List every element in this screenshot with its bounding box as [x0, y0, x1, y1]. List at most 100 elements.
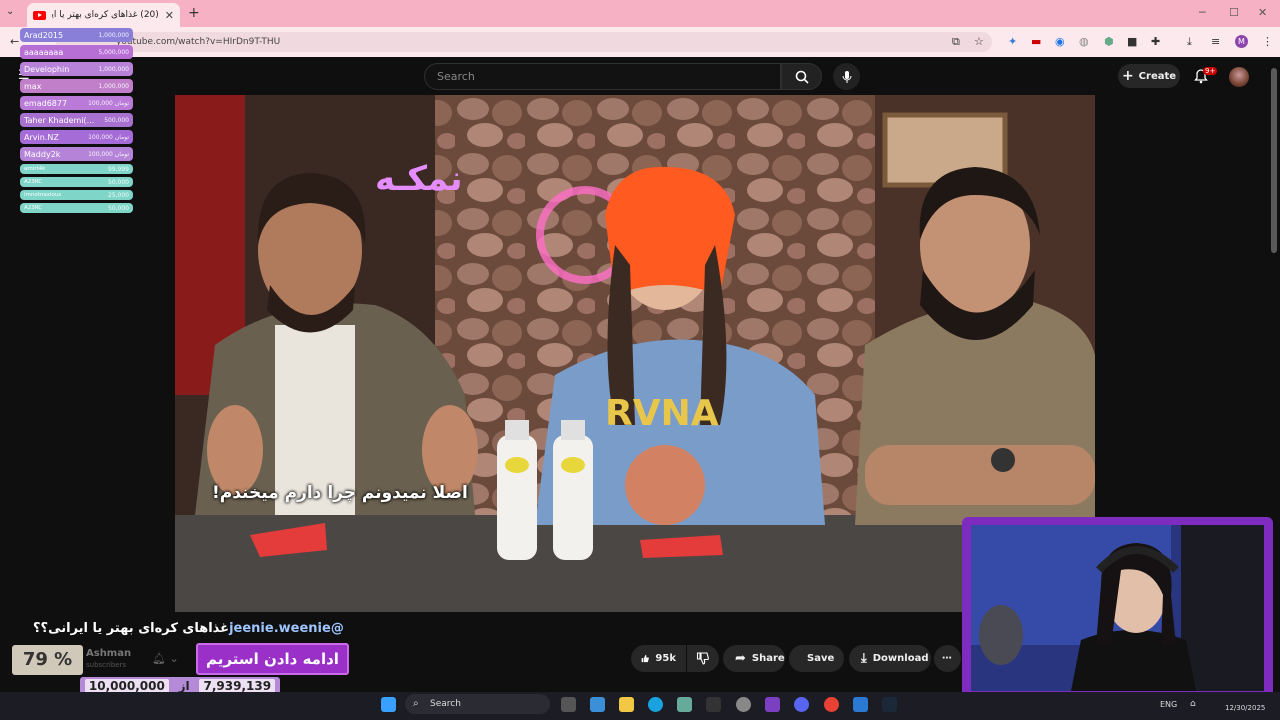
- svg-text:RVNA: RVNA: [605, 393, 719, 434]
- download-button[interactable]: ⤓ Download: [849, 645, 931, 672]
- taskbar-search[interactable]: Search: [405, 694, 550, 714]
- widgets-icon[interactable]: [590, 697, 605, 712]
- share-button[interactable]: ➦ Share: [723, 645, 785, 672]
- donation-amount: 500,000: [104, 116, 129, 124]
- donation-item: imnotnaxious 25,000: [20, 190, 133, 200]
- taskbar-date[interactable]: 12/30/2025: [1225, 704, 1265, 712]
- donation-item: Develophin 1,000,000: [20, 62, 133, 76]
- steam-icon[interactable]: [882, 697, 897, 712]
- save-label: Save: [807, 653, 835, 664]
- donation-amount: 25,000: [108, 191, 129, 199]
- notification-badge: 9+: [1203, 67, 1218, 75]
- svg-text:نمکـه: نمکـه: [375, 159, 463, 199]
- app-icon[interactable]: [706, 697, 721, 712]
- account-avatar[interactable]: [1229, 67, 1249, 87]
- tab-search-icon[interactable]: ⌄: [6, 6, 14, 17]
- app-r-icon[interactable]: [765, 697, 780, 712]
- download-icon[interactable]: ⤓: [1187, 35, 1192, 49]
- like-count: 95k: [655, 653, 676, 664]
- install-icon[interactable]: ⧉: [952, 35, 960, 49]
- donation-item: emad6877 تومان 100,000: [20, 96, 133, 110]
- network-icon[interactable]: ⌂: [1190, 699, 1196, 709]
- profile-avatar[interactable]: M: [1235, 35, 1248, 48]
- app-icon[interactable]: [853, 697, 868, 712]
- donor-name: Arad2015: [24, 30, 64, 40]
- donation-amount: 1,000,000: [98, 31, 129, 39]
- url-text[interactable]: youtube.com/watch?v=HIrDn9T-THU: [116, 37, 280, 47]
- video-frame: نمکـه RVNA: [175, 95, 1095, 612]
- like-button[interactable]: 95k: [631, 645, 686, 672]
- maximize-icon[interactable]: ☐: [1229, 6, 1239, 19]
- extension-icon[interactable]: ◍: [1079, 35, 1089, 48]
- donor-name: max: [24, 81, 42, 91]
- voice-search-button[interactable]: [833, 63, 860, 90]
- donation-amount: 1,000,000: [98, 65, 129, 73]
- extension-icon[interactable]: ◉: [1055, 35, 1065, 48]
- donation-item: aaaaaaaa 5,000,000: [20, 45, 133, 59]
- donation-amount: تومان 100,000: [88, 150, 129, 158]
- edge-icon[interactable]: [648, 697, 663, 712]
- video-player[interactable]: نمکـه RVNA: [175, 95, 1095, 612]
- donation-amount: تومان 100,000: [88, 133, 129, 141]
- subscribe-bell-icon[interactable]: 🔔︎ ⌄: [152, 652, 179, 665]
- donation-amount: تومان 100,000: [88, 99, 129, 107]
- chrome-icon[interactable]: [824, 697, 839, 712]
- goal-current: 7,939,139: [199, 679, 276, 693]
- donation-item: A23RC 50,000: [20, 203, 133, 213]
- task-view-icon[interactable]: [561, 697, 576, 712]
- donor-name: Maddy2k: [24, 149, 61, 159]
- search-input[interactable]: Search: [424, 63, 781, 90]
- save-button[interactable]: Save: [789, 645, 844, 672]
- donation-item: Arad2015 1,000,000: [20, 28, 133, 42]
- download-label: Download: [872, 653, 929, 664]
- extensions-puzzle-icon[interactable]: ✚: [1151, 35, 1160, 48]
- donor-name: amirt4k: [24, 166, 46, 172]
- donor-name: Develophin: [24, 64, 70, 74]
- menu-kebab-icon[interactable]: ⋮: [1262, 35, 1273, 48]
- goal-target: 10,000,000: [84, 679, 169, 693]
- thumbs-down-icon: [696, 652, 709, 665]
- create-button[interactable]: + Create: [1118, 64, 1180, 88]
- extension-icon[interactable]: ▬: [1031, 35, 1041, 48]
- minimize-icon[interactable]: ─: [1199, 6, 1206, 19]
- dislike-button[interactable]: [687, 645, 719, 672]
- reading-list-icon[interactable]: ≡: [1211, 35, 1220, 48]
- channel-subscribers: subscribers: [86, 661, 127, 669]
- video-title: @jeenie.weenieغذاهای کره‌ای بهتر یا ایرا…: [33, 621, 344, 636]
- donation-amount: 50,000: [108, 178, 129, 186]
- obs-icon[interactable]: [736, 697, 751, 712]
- download-icon: ⤓: [861, 651, 867, 666]
- donation-amount: 50,000: [108, 204, 129, 212]
- goal-percent: 79 %: [12, 645, 83, 675]
- channel-name[interactable]: Ashman: [86, 648, 131, 659]
- store-icon[interactable]: [677, 697, 692, 712]
- file-explorer-icon[interactable]: [619, 697, 634, 712]
- video-title-tag[interactable]: @jeenie.weenie: [229, 621, 344, 636]
- close-window-icon[interactable]: ✕: [1258, 6, 1267, 19]
- video-subtitle: اصلا نمیدونم چرا دارم میخندم!: [212, 483, 468, 503]
- bookmark-star-icon[interactable]: ☆: [974, 35, 984, 48]
- search-icon: [795, 70, 809, 84]
- share-label: Share: [751, 653, 785, 664]
- more-actions-button[interactable]: ⋯: [934, 645, 961, 672]
- extension-icon[interactable]: ✦: [1008, 35, 1017, 48]
- extension-icon[interactable]: ■: [1127, 35, 1137, 48]
- tab-close-icon[interactable]: ✕: [165, 9, 174, 22]
- windows-taskbar: [0, 692, 1280, 720]
- donation-item: A23RC 50,000: [20, 177, 133, 187]
- extension-icon[interactable]: ⬢: [1104, 35, 1114, 48]
- new-tab-button[interactable]: +: [188, 5, 200, 21]
- start-windows-icon[interactable]: [381, 697, 396, 712]
- goal-from: از: [178, 679, 190, 693]
- browser-tab[interactable]: (20) غذاهای کره‌ای بهتر یا ایرانی ✕: [27, 3, 180, 27]
- scrollbar[interactable]: [1271, 68, 1277, 253]
- microphone-icon: [842, 70, 851, 83]
- language-indicator[interactable]: ENG: [1160, 700, 1177, 709]
- create-label: Create: [1138, 70, 1177, 82]
- donor-name: A23RC: [24, 179, 43, 185]
- discord-icon[interactable]: [794, 697, 809, 712]
- back-icon[interactable]: ←: [10, 35, 19, 48]
- search-button[interactable]: [781, 63, 822, 90]
- donation-amount: 99,999: [108, 165, 129, 173]
- stream-goal-banner: ادامه دادن استریم: [196, 643, 349, 675]
